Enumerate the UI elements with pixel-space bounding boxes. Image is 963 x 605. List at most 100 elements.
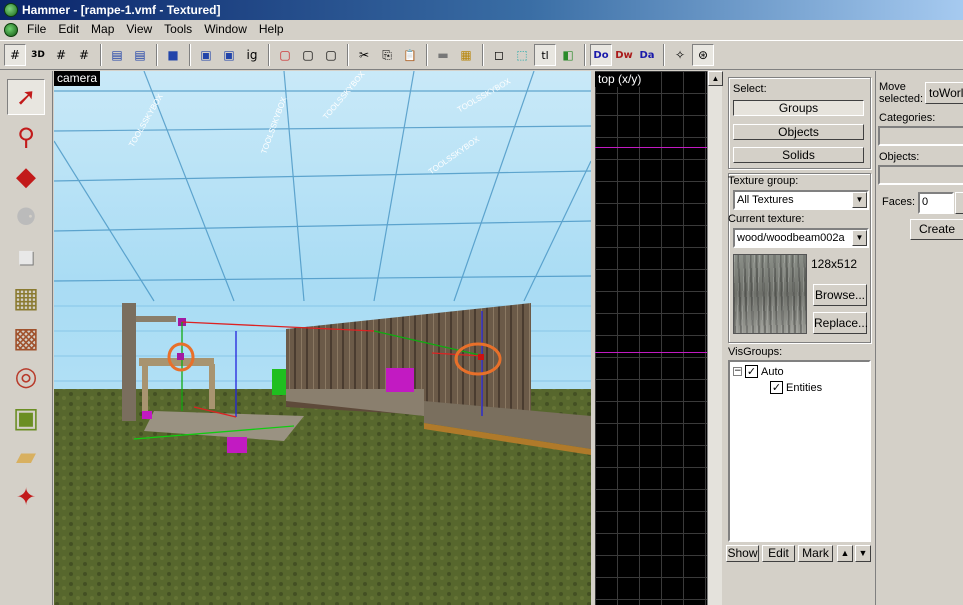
move-up-icon[interactable]: ▲: [837, 545, 853, 562]
selection-line: [595, 352, 707, 353]
hammer-app-icon: [4, 3, 18, 17]
categories-label: Categories:: [879, 112, 936, 124]
display-objects-icon[interactable]: Do: [590, 44, 612, 66]
visgroup-show-button[interactable]: Show: [726, 545, 759, 562]
faces-input[interactable]: 0: [918, 192, 954, 214]
tool-palette: ➚ ⚲ ◆ ⚈ ■ ▦ ▩ ◎ ▣ ▰ ✦: [0, 71, 53, 605]
menu-window[interactable]: Window: [198, 21, 253, 38]
ignore-groups-icon[interactable]: ig: [241, 44, 263, 66]
to-world-button[interactable]: toWorld: [925, 82, 963, 104]
camera-tool-icon[interactable]: ◆: [7, 159, 45, 195]
select-label: Select:: [733, 83, 767, 95]
texture-preview: [733, 254, 807, 334]
apply-texture-tool-icon[interactable]: ▩: [7, 319, 45, 355]
texture-scaling-lock-icon[interactable]: ▦: [455, 44, 477, 66]
prefab-panel: Move selected: toWorld Categories: Objec…: [875, 71, 963, 605]
current-texture-select[interactable]: wood/woodbeam002a ▼: [733, 228, 869, 248]
checkbox-icon[interactable]: ✓: [770, 381, 783, 394]
block-tool-icon[interactable]: ■: [7, 239, 45, 275]
vertex-tool-icon[interactable]: ✦: [7, 479, 45, 515]
selection-box-icon[interactable]: ◻: [488, 44, 510, 66]
overlay-tool-icon[interactable]: ▣: [7, 399, 45, 435]
toolbar-separator: [426, 44, 428, 66]
visgroup-auto[interactable]: − ✓ Auto: [733, 365, 784, 378]
visgroups-tree[interactable]: − ✓ Auto ✓ Entities: [728, 360, 871, 542]
toggle-3d-grid-icon[interactable]: 3D: [27, 44, 49, 66]
objects-field[interactable]: [878, 165, 963, 185]
flip-icon[interactable]: ◧: [557, 44, 579, 66]
faces-spinner[interactable]: [955, 192, 963, 214]
visgroup-mark-button[interactable]: Mark: [798, 545, 833, 562]
ungroup-icon[interactable]: ▤: [129, 44, 151, 66]
visgroup-entities[interactable]: ✓ Entities: [770, 381, 822, 394]
clipping-tool-icon[interactable]: ▰: [7, 439, 45, 475]
copy-icon[interactable]: ⎘: [376, 44, 398, 66]
toolbar-separator: [268, 44, 270, 66]
menu-edit[interactable]: Edit: [52, 21, 85, 38]
entity-tool-icon[interactable]: ⚈: [7, 199, 45, 235]
menu-help[interactable]: Help: [253, 21, 290, 38]
tree-expander-icon[interactable]: −: [733, 367, 742, 376]
carve-icon[interactable]: ▢: [274, 44, 296, 66]
menu-map[interactable]: Map: [85, 21, 120, 38]
entity-mode-icon[interactable]: ▣: [218, 44, 240, 66]
cordon-icon[interactable]: ✧: [669, 44, 691, 66]
move-selected-label: Move selected:: [879, 81, 924, 105]
replace-texture-button[interactable]: Replace...: [813, 312, 868, 334]
paste-icon[interactable]: 📋: [399, 44, 421, 66]
window-title: Hammer - [rampe-1.vmf - Textured]: [22, 3, 221, 17]
scroll-up-icon[interactable]: ▲: [708, 71, 723, 86]
magnify-tool-icon[interactable]: ⚲: [7, 119, 45, 155]
main-toolbar: # 3D # # ▤ ▤ ■ ▣ ▣ ig ▢ ▢ ▢ ✂ ⎘ 📋 ▬ ▦ ◻ …: [0, 40, 963, 70]
display-world-icon[interactable]: Dw: [613, 44, 635, 66]
texture-group-select[interactable]: All Textures ▼: [733, 190, 869, 210]
toolbar-separator: [584, 44, 586, 66]
larger-grid-icon[interactable]: #: [73, 44, 95, 66]
document-icon[interactable]: [4, 22, 18, 37]
display-areaportals-icon[interactable]: Da: [636, 44, 658, 66]
texture-lock-icon[interactable]: ▬: [432, 44, 454, 66]
top-view-label[interactable]: top (x/y): [595, 72, 645, 87]
visgroup-label: Auto: [761, 365, 784, 378]
texture-application-tool-icon[interactable]: ▦: [7, 279, 45, 315]
camera-view-label[interactable]: camera: [54, 71, 101, 86]
chevron-down-icon[interactable]: ▼: [852, 230, 867, 246]
selection-tool-icon[interactable]: ➚: [7, 79, 45, 115]
chevron-down-icon[interactable]: ▼: [852, 192, 867, 208]
visgroup-label: Entities: [786, 381, 823, 394]
categories-field[interactable]: [878, 126, 963, 146]
move-down-icon[interactable]: ▼: [855, 545, 871, 562]
select-solids-button[interactable]: Solids: [733, 147, 864, 163]
show-helpers-icon[interactable]: ⊛: [692, 44, 714, 66]
cut-icon[interactable]: ✂: [353, 44, 375, 66]
smaller-grid-icon[interactable]: #: [50, 44, 72, 66]
menu-tools[interactable]: Tools: [158, 21, 198, 38]
visgroups-label: VisGroups:: [728, 346, 783, 358]
select-objects-button[interactable]: Objects: [733, 124, 864, 140]
selection-mode-icon[interactable]: ▣: [195, 44, 217, 66]
selection-line: [595, 147, 707, 148]
texture-group-label: Texture group:: [728, 175, 799, 187]
top-2d-viewport[interactable]: top (x/y): [595, 71, 707, 605]
select-groups-button[interactable]: Groups: [733, 100, 864, 116]
visgroup-edit-button[interactable]: Edit: [762, 545, 795, 562]
auto-select-icon[interactable]: tl: [534, 44, 556, 66]
toggle-grid-icon[interactable]: #: [4, 44, 26, 66]
hollow-icon[interactable]: ▢: [297, 44, 319, 66]
current-texture-value: wood/woodbeam002a: [737, 232, 845, 244]
checkbox-icon[interactable]: ✓: [745, 365, 758, 378]
title-bar: Hammer - [rampe-1.vmf - Textured]: [0, 0, 963, 20]
hide-selected-icon[interactable]: ■: [162, 44, 184, 66]
menu-file[interactable]: File: [21, 21, 52, 38]
selection-handles-icon[interactable]: ⬚: [511, 44, 533, 66]
objects-label: Objects:: [879, 151, 920, 163]
menu-view[interactable]: View: [120, 21, 158, 38]
to-world-icon[interactable]: ▢: [320, 44, 342, 66]
toolbar-separator: [482, 44, 484, 66]
browse-texture-button[interactable]: Browse...: [813, 284, 867, 306]
decal-tool-icon[interactable]: ◎: [7, 359, 45, 395]
group-icon[interactable]: ▤: [106, 44, 128, 66]
camera-viewport[interactable]: TOOLSSKYBOX TOOLSSKYBOX TOOLSSKYBOX TOOL…: [54, 71, 591, 605]
top-view-scrollbar[interactable]: ▲: [707, 71, 723, 605]
create-prefab-button[interactable]: Create Prefab: [910, 219, 963, 240]
